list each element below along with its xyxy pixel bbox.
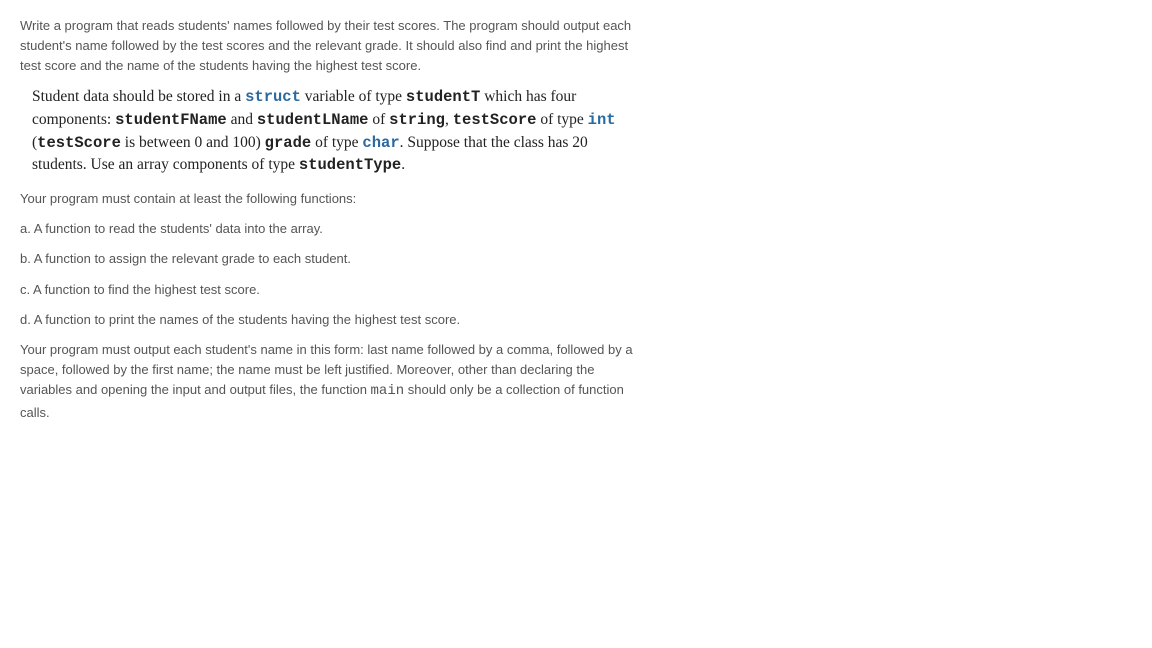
text: variable of type (301, 88, 406, 105)
code-studentLName: studentLName (257, 111, 369, 129)
code-grade: grade (265, 134, 312, 152)
code-testScore2: testScore (37, 134, 121, 152)
text: . (401, 156, 405, 173)
function-item-c: c. A function to find the highest test s… (20, 280, 640, 300)
struct-instruction: Student data should be stored in a struc… (20, 86, 640, 177)
code-studentType: studentType (299, 156, 401, 174)
text: of (368, 111, 389, 128)
text: Student data should be stored in a (32, 88, 245, 105)
text: of type (311, 134, 362, 151)
functions-heading: Your program must contain at least the f… (20, 189, 640, 209)
function-item-d: d. A function to print the names of the … (20, 310, 640, 330)
keyword-char: char (362, 134, 399, 152)
function-item-a: a. A function to read the students' data… (20, 219, 640, 239)
text: , (445, 111, 453, 128)
code-string: string (389, 111, 445, 129)
code-testScore: testScore (453, 111, 537, 129)
text: of type (536, 111, 587, 128)
keyword-int: int (588, 111, 616, 129)
code-studentT: studentT (406, 88, 480, 106)
text: components of type (173, 156, 299, 173)
text: and (227, 111, 257, 128)
code-studentFName: studentFName (115, 111, 227, 129)
intro-paragraph: Write a program that reads students' nam… (20, 16, 640, 76)
function-item-b: b. A function to assign the relevant gra… (20, 249, 640, 269)
keyword-struct: struct (245, 88, 301, 106)
closing-paragraph: Your program must output each student's … (20, 340, 640, 423)
document-body: Write a program that reads students' nam… (20, 16, 640, 423)
code-main: main (371, 383, 405, 399)
text: is between 0 and 100) (121, 134, 265, 151)
